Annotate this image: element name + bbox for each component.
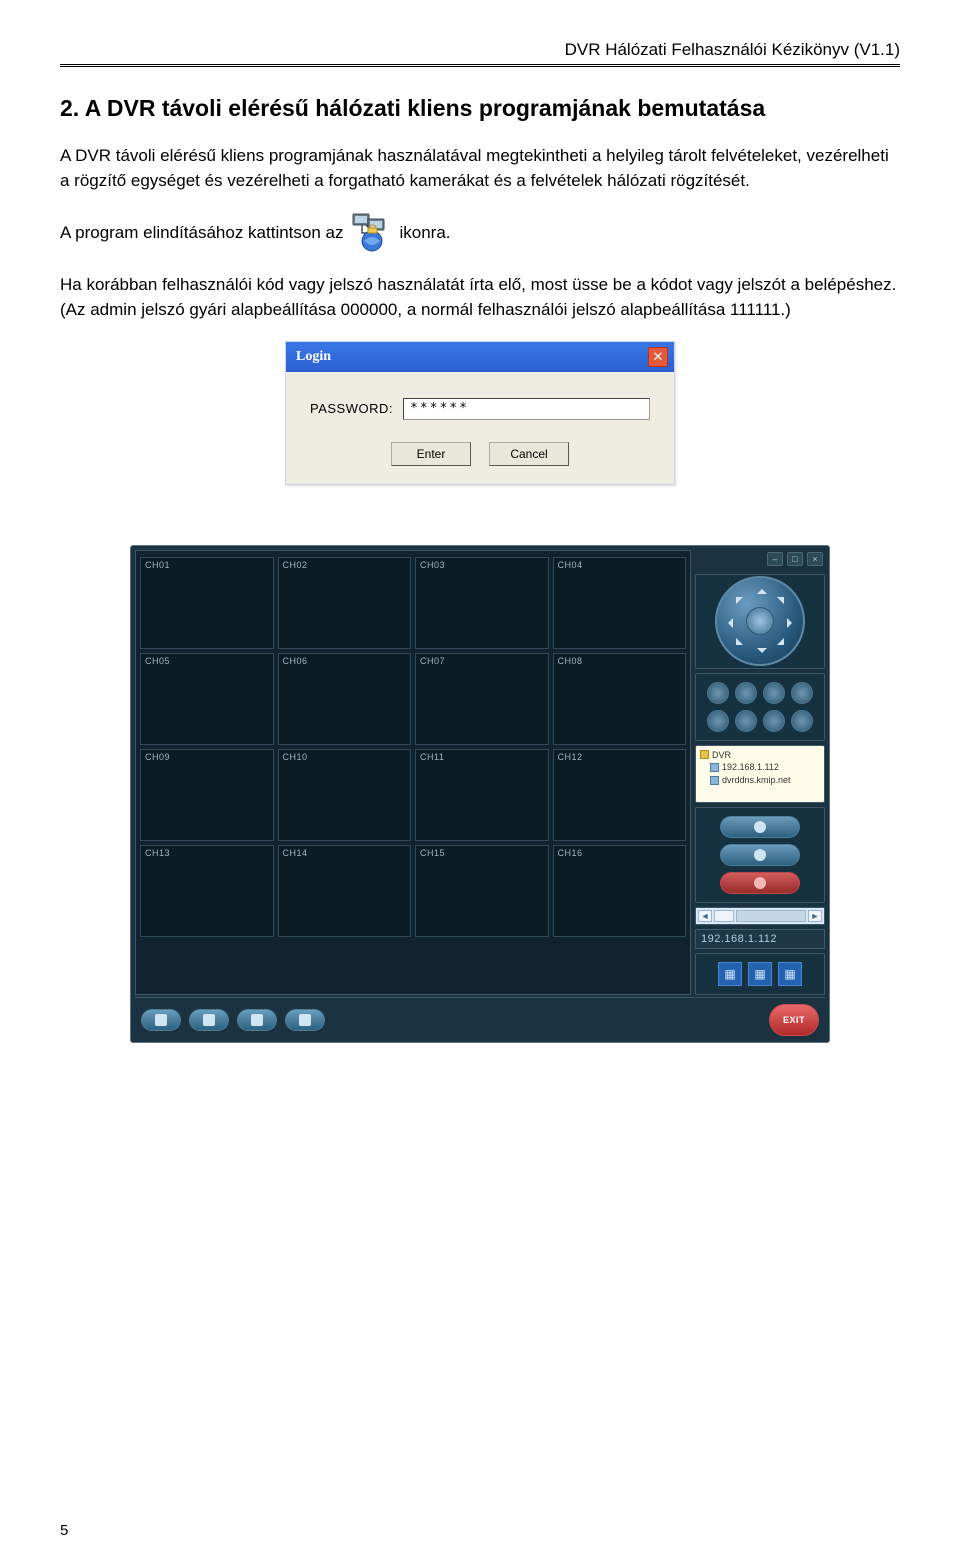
- channel-cell[interactable]: CH02: [278, 557, 412, 649]
- channel-cell[interactable]: CH14: [278, 845, 412, 937]
- header-rule: [60, 64, 900, 67]
- paragraph-1: A DVR távoli elérésű kliens programjának…: [60, 144, 900, 193]
- playback-button[interactable]: [189, 1009, 229, 1031]
- ptz-se-icon[interactable]: [777, 638, 791, 652]
- password-label: PASSWORD:: [310, 401, 393, 416]
- refresh-button[interactable]: [720, 844, 800, 866]
- dvr-client-window: CH01 CH02 CH03 CH04 CH05 CH06 CH07 CH08 …: [130, 545, 830, 1043]
- iris-open-button[interactable]: [707, 710, 729, 732]
- channel-cell[interactable]: CH08: [553, 653, 687, 745]
- ptz-nw-icon[interactable]: [729, 590, 743, 604]
- close-icon[interactable]: ×: [807, 552, 823, 566]
- bottom-toolbar: EXIT: [135, 997, 825, 1038]
- focus-far-button[interactable]: [791, 682, 813, 704]
- scroll-right-icon[interactable]: ►: [808, 910, 822, 922]
- ptz-down-icon[interactable]: [757, 648, 767, 658]
- ptz-center-button[interactable]: [746, 607, 774, 635]
- channel-cell[interactable]: CH11: [415, 749, 549, 841]
- channel-cell[interactable]: CH03: [415, 557, 549, 649]
- minimize-icon[interactable]: –: [767, 552, 783, 566]
- channel-cell[interactable]: CH01: [140, 557, 274, 649]
- exit-button[interactable]: EXIT: [769, 1004, 819, 1036]
- page-number: 5: [60, 1522, 68, 1539]
- alarm-button[interactable]: [285, 1009, 325, 1031]
- preset-button[interactable]: [763, 710, 785, 732]
- settings-button[interactable]: [237, 1009, 277, 1031]
- ip-display: 192.168.1.112: [695, 929, 825, 949]
- login-title: Login: [296, 349, 331, 365]
- connect-button[interactable]: [720, 816, 800, 838]
- layout-3x3-button[interactable]: ▦: [748, 962, 772, 986]
- channel-cell[interactable]: CH12: [553, 749, 687, 841]
- network-client-icon: [350, 211, 394, 255]
- channel-cell[interactable]: CH05: [140, 653, 274, 745]
- login-dialog: Login ✕ PASSWORD: Enter Cancel: [285, 341, 675, 485]
- focus-near-button[interactable]: [763, 682, 785, 704]
- device-tree[interactable]: DVR 192.168.1.112 dvrddns.kmip.net: [695, 745, 825, 803]
- ptz-left-icon[interactable]: [723, 618, 733, 628]
- paragraph-2-post: ikonra.: [400, 223, 451, 243]
- cancel-button[interactable]: Cancel: [489, 442, 569, 466]
- tree-ddns-label: dvrddns.kmip.net: [722, 774, 791, 787]
- paragraph-2-pre: A program elindításához kattintson az: [60, 223, 344, 243]
- record-button[interactable]: [720, 872, 800, 894]
- zoom-in-button[interactable]: [707, 682, 729, 704]
- channel-cell[interactable]: CH10: [278, 749, 412, 841]
- scroll-track[interactable]: [736, 910, 806, 922]
- horizontal-scrollbar[interactable]: ◄ ►: [696, 908, 824, 924]
- scroll-thumb[interactable]: [714, 910, 734, 922]
- password-input[interactable]: [403, 398, 650, 420]
- section-title: 2. A DVR távoli elérésű hálózati kliens …: [60, 95, 900, 122]
- tree-root-label: DVR: [712, 749, 731, 762]
- maximize-icon[interactable]: □: [787, 552, 803, 566]
- zoom-out-button[interactable]: [735, 682, 757, 704]
- enter-button[interactable]: Enter: [391, 442, 471, 466]
- channel-cell[interactable]: CH07: [415, 653, 549, 745]
- tree-ip-label: 192.168.1.112: [722, 761, 779, 774]
- ptz-sw-icon[interactable]: [729, 638, 743, 652]
- ptz-control: [695, 574, 825, 669]
- scroll-left-icon[interactable]: ◄: [698, 910, 712, 922]
- iris-close-button[interactable]: [735, 710, 757, 732]
- channel-cell[interactable]: CH06: [278, 653, 412, 745]
- snapshot-button[interactable]: [141, 1009, 181, 1031]
- channel-cell[interactable]: CH09: [140, 749, 274, 841]
- channel-grid: CH01 CH02 CH03 CH04 CH05 CH06 CH07 CH08 …: [135, 550, 691, 995]
- tour-button[interactable]: [791, 710, 813, 732]
- layout-4x4-button[interactable]: ▦: [778, 962, 802, 986]
- paragraph-3: Ha korábban felhasználói kód vagy jelszó…: [60, 273, 900, 322]
- doc-header: DVR Hálózati Felhasználói Kézikönyv (V1.…: [60, 40, 900, 60]
- side-panel: – □ ×: [695, 550, 825, 995]
- login-titlebar: Login ✕: [286, 342, 674, 372]
- channel-cell[interactable]: CH15: [415, 845, 549, 937]
- layout-2x2-button[interactable]: ▦: [718, 962, 742, 986]
- ptz-right-icon[interactable]: [787, 618, 797, 628]
- ptz-ne-icon[interactable]: [777, 590, 791, 604]
- channel-cell[interactable]: CH04: [553, 557, 687, 649]
- close-icon[interactable]: ✕: [648, 347, 668, 367]
- ptz-up-icon[interactable]: [757, 584, 767, 594]
- channel-cell[interactable]: CH13: [140, 845, 274, 937]
- channel-cell[interactable]: CH16: [553, 845, 687, 937]
